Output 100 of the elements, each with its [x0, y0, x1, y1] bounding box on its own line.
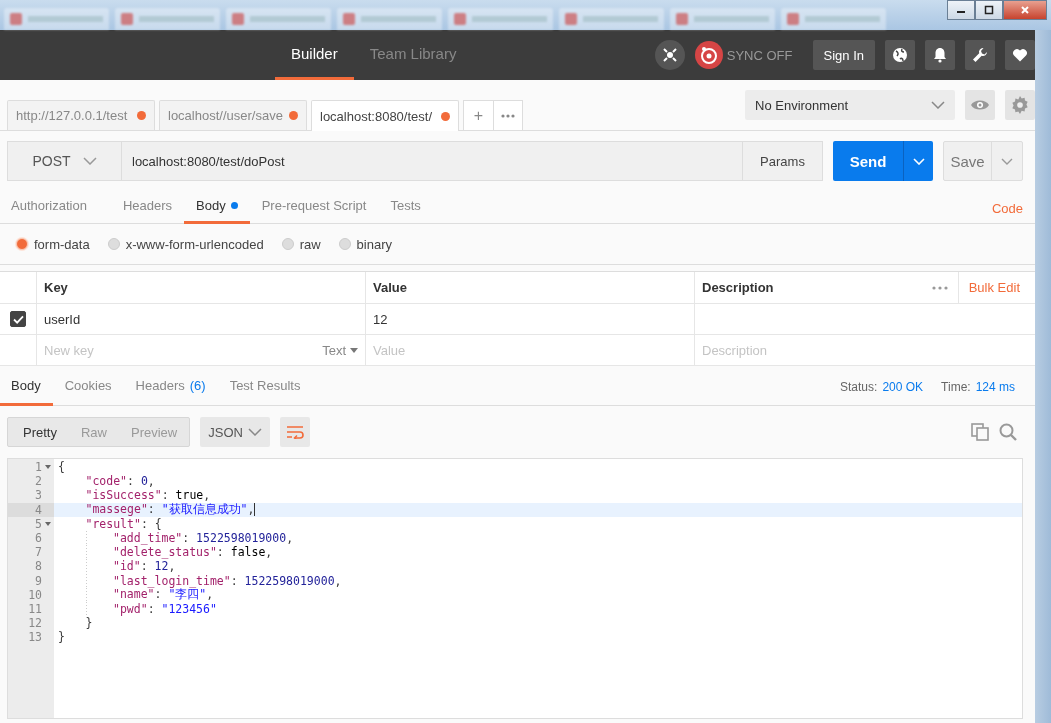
- line-number: 10: [28, 587, 42, 602]
- response-tab[interactable]: Body: [0, 368, 53, 406]
- line-number: 12: [28, 616, 42, 631]
- environment-select[interactable]: No Environment: [745, 90, 955, 120]
- search-icon[interactable]: [999, 423, 1017, 441]
- view-tab[interactable]: Raw: [68, 418, 119, 446]
- code-line: {: [58, 460, 65, 475]
- line-number: 13: [28, 630, 42, 645]
- chevron-down-icon: [931, 101, 945, 109]
- body-mode-radio[interactable]: binary: [338, 236, 392, 252]
- request-section-tab[interactable]: Body: [184, 190, 250, 224]
- browser-tab[interactable]: [559, 8, 664, 30]
- response-tab[interactable]: Cookies: [52, 368, 124, 406]
- code-line: "code": 0,: [85, 474, 155, 489]
- status-label: Status:: [840, 379, 878, 394]
- response-tab[interactable]: Test Results: [217, 368, 313, 406]
- code-link[interactable]: Code: [979, 200, 1035, 216]
- request-tab[interactable]: localhost//user/save: [159, 100, 307, 130]
- fold-icon[interactable]: [45, 521, 51, 526]
- sync-icon[interactable]: [694, 41, 723, 69]
- line-number: 5: [35, 516, 42, 531]
- column-header: Description: [701, 279, 775, 297]
- chevron-down-icon: [912, 157, 925, 165]
- request-tab[interactable]: localhost:8080/test/: [311, 100, 459, 131]
- sign-in-button[interactable]: Sign In: [812, 40, 875, 70]
- browser-tab[interactable]: [4, 8, 109, 30]
- line-number: 3: [35, 488, 42, 503]
- eye-icon[interactable]: [965, 90, 995, 120]
- body-mode-radio[interactable]: form-data: [16, 236, 90, 252]
- bell-icon[interactable]: [925, 40, 955, 70]
- code-line: "result": {: [85, 516, 162, 531]
- table-cell: 12: [366, 304, 695, 334]
- code-line: "name": "李四",: [113, 587, 214, 603]
- request-tab[interactable]: http://127.0.0.1/test: [7, 100, 155, 130]
- code-line: "last_login_time": 1522598019000,: [113, 573, 342, 588]
- line-number: 4: [35, 502, 42, 517]
- view-tab[interactable]: Pretty: [8, 418, 69, 446]
- radio-button[interactable]: [338, 238, 351, 250]
- wrench-icon[interactable]: [965, 40, 995, 70]
- caret-icon: [350, 347, 358, 353]
- line-number: 11: [28, 601, 42, 616]
- browser-tab[interactable]: [115, 8, 220, 30]
- wrap-lines-icon[interactable]: [280, 417, 311, 447]
- request-section-tab[interactable]: Headers: [98, 190, 185, 224]
- line-number: 8: [35, 559, 42, 574]
- column-header: Value: [366, 272, 695, 303]
- settings-icon[interactable]: [1005, 90, 1035, 120]
- copy-icon[interactable]: [971, 423, 989, 441]
- bulk-edit-link[interactable]: Bulk Edit: [957, 272, 1028, 303]
- format-select[interactable]: JSON: [200, 417, 271, 447]
- header-tab[interactable]: Team Library: [353, 30, 473, 80]
- line-number: 9: [35, 573, 42, 588]
- body-mode-radio[interactable]: x-www-form-urlencoded: [107, 236, 264, 252]
- browser-tab[interactable]: [670, 8, 775, 30]
- code-line: "add_time": 1522598019000,: [113, 531, 294, 546]
- chevron-down-icon: [1001, 157, 1013, 165]
- more-icon[interactable]: [931, 285, 948, 290]
- code-line: }: [58, 630, 65, 645]
- code-line: "isSuccess": true,: [85, 488, 211, 503]
- maximize-button[interactable]: [975, 0, 1003, 20]
- browser-tab[interactable]: [781, 8, 886, 30]
- maximize-icon: [984, 5, 994, 15]
- radio-button[interactable]: [281, 238, 294, 250]
- fold-icon[interactable]: [45, 465, 51, 470]
- browser-tab[interactable]: [226, 8, 331, 30]
- response-tab[interactable]: Headers (6): [123, 368, 218, 406]
- checkbox[interactable]: [10, 311, 26, 327]
- table-cell: userId: [37, 304, 366, 334]
- method-select[interactable]: POST: [7, 141, 122, 181]
- params-button[interactable]: Params: [743, 141, 823, 181]
- sync-status: SYNC OFF: [726, 47, 793, 63]
- time-value: 124 ms: [975, 379, 1015, 394]
- radio-button[interactable]: [107, 238, 120, 250]
- status-value: 200 OK: [882, 379, 924, 394]
- url-field[interactable]: localhost:8080/test/doPost: [122, 141, 743, 181]
- code-line: }: [85, 616, 93, 631]
- time-label: Time:: [941, 379, 971, 394]
- body-mode-radio[interactable]: raw: [281, 236, 321, 252]
- request-section-tab[interactable]: Tests: [378, 190, 433, 224]
- radio-button[interactable]: [16, 238, 28, 250]
- chevron-down-icon: [248, 428, 263, 436]
- request-section-tab[interactable]: Authorization: [0, 190, 99, 224]
- close-button[interactable]: [1003, 0, 1047, 20]
- code-line: "delete_status": false,: [113, 545, 273, 560]
- line-number: 2: [35, 474, 42, 489]
- browser-tab[interactable]: [448, 8, 553, 30]
- type-select[interactable]: Text: [322, 342, 358, 358]
- line-number: 6: [35, 531, 42, 546]
- send-button[interactable]: Send: [833, 141, 903, 181]
- code-line: "pwd": "123456": [113, 601, 217, 616]
- globe-icon[interactable]: [885, 40, 915, 70]
- send-menu-button[interactable]: [903, 141, 933, 181]
- satellite-icon[interactable]: [654, 40, 685, 70]
- line-number: 1: [35, 460, 42, 475]
- request-section-tab[interactable]: Pre-request Script: [249, 190, 379, 224]
- column-header: Key: [37, 272, 366, 303]
- browser-tab[interactable]: [337, 8, 442, 30]
- minimize-button[interactable]: [947, 0, 975, 20]
- line-number: 7: [35, 545, 42, 560]
- view-tab[interactable]: Preview: [119, 418, 190, 446]
